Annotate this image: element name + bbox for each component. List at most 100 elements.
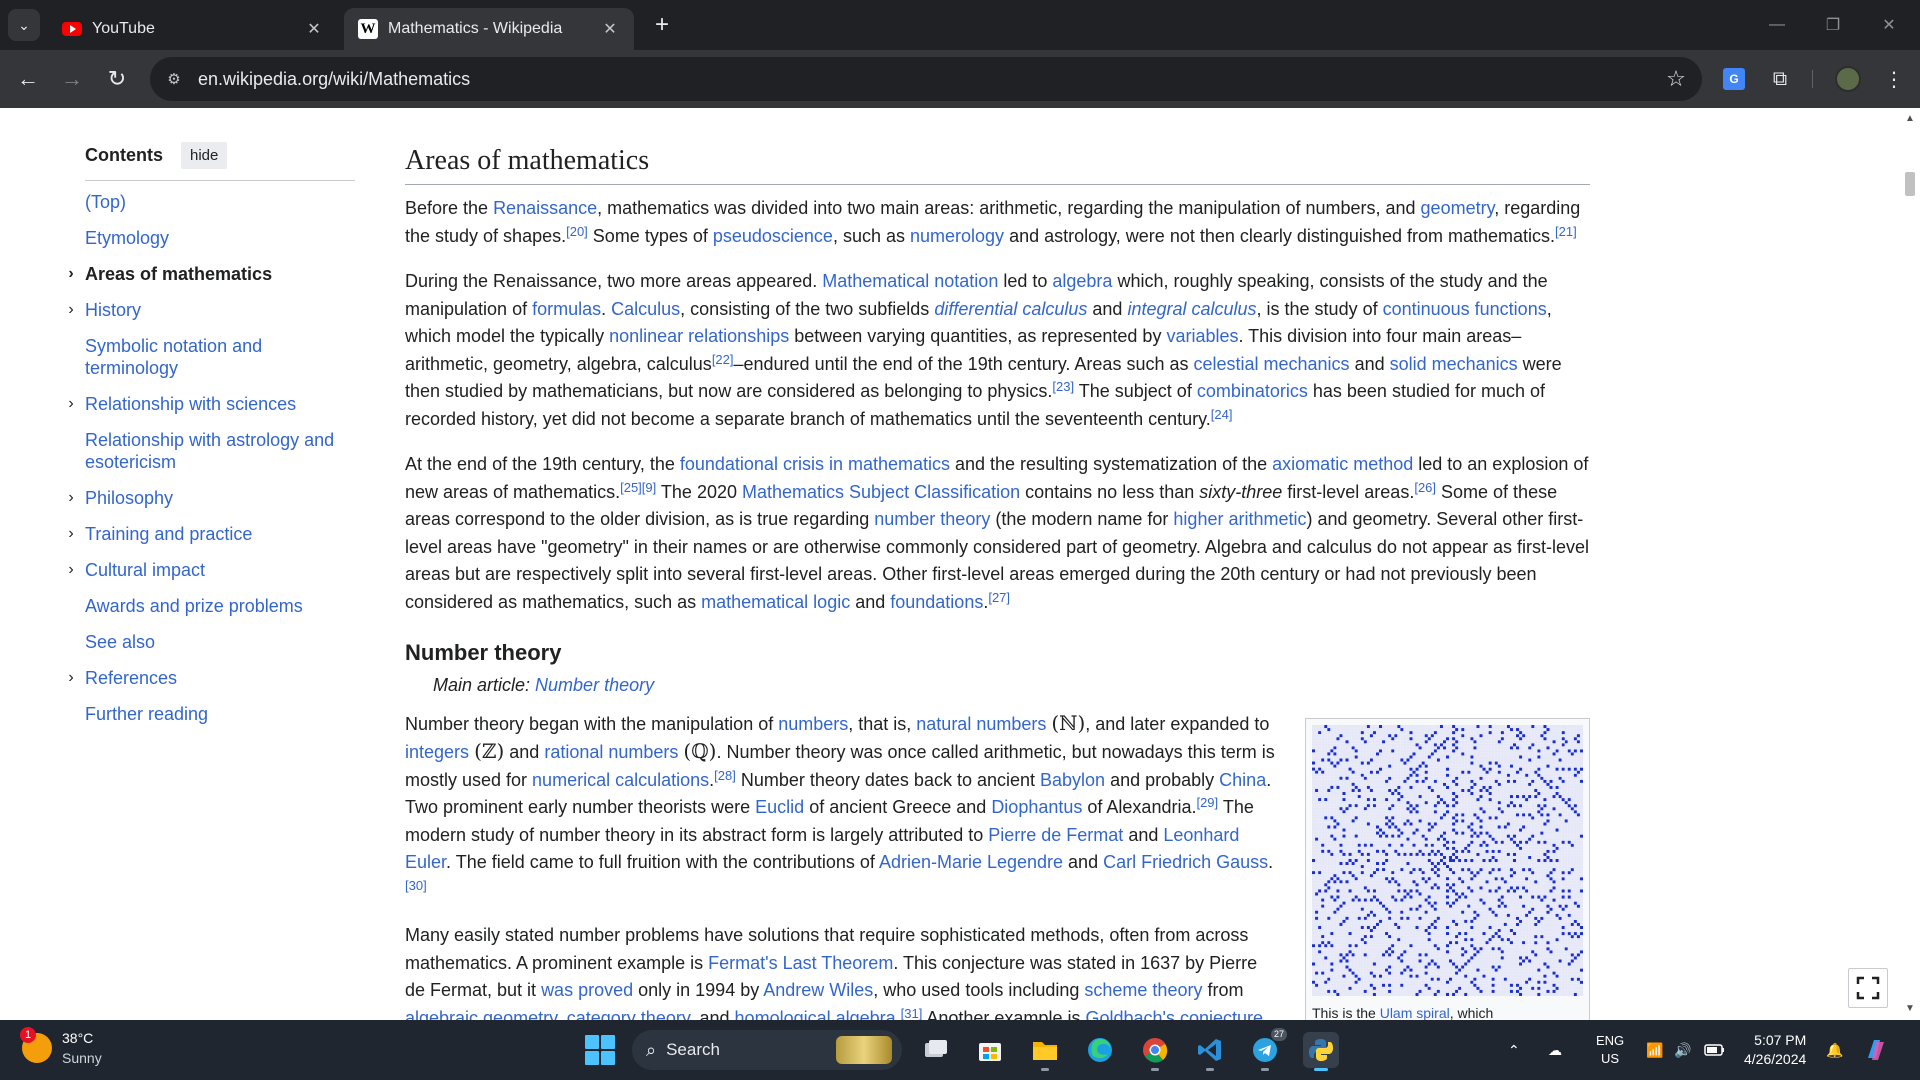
inline-link[interactable]: Calculus bbox=[611, 299, 680, 319]
toc-item[interactable]: Etymology bbox=[85, 227, 355, 249]
inline-link[interactable]: combinatorics bbox=[1197, 381, 1308, 401]
inline-link[interactable]: Pierre de Fermat bbox=[988, 825, 1123, 845]
citation-link[interactable]: [21] bbox=[1555, 224, 1577, 239]
toc-item[interactable]: › References bbox=[68, 667, 355, 689]
weather-widget[interactable]: 1 38°C Sunny bbox=[20, 1027, 102, 1068]
bookmark-star-icon[interactable]: ☆ bbox=[1658, 61, 1694, 97]
inline-link[interactable]: Carl Friedrich Gauss bbox=[1103, 852, 1268, 872]
inline-link[interactable]: homological algebra bbox=[735, 1008, 896, 1021]
chevron-right-icon[interactable]: › bbox=[63, 263, 79, 285]
inline-link[interactable]: pseudoscience bbox=[713, 226, 833, 246]
more-menu-icon[interactable]: ⋮ bbox=[1878, 63, 1910, 95]
inline-link[interactable]: Andrew Wiles bbox=[763, 980, 873, 1000]
extensions-icon[interactable]: ⧉ bbox=[1764, 63, 1796, 95]
toc-item[interactable]: (Top) bbox=[85, 191, 355, 213]
language-indicator[interactable]: ENG US bbox=[1596, 1020, 1624, 1080]
inline-link[interactable]: Babylon bbox=[1040, 770, 1105, 790]
toc-item[interactable]: See also bbox=[85, 631, 355, 653]
inline-link[interactable]: integral calculus bbox=[1127, 299, 1256, 319]
citation-link[interactable]: [22] bbox=[712, 352, 734, 367]
onedrive-icon[interactable]: ☁ bbox=[1548, 1020, 1562, 1080]
inline-link[interactable]: numerology bbox=[910, 226, 1004, 246]
citation-link[interactable]: [30] bbox=[405, 878, 427, 893]
edge-icon[interactable] bbox=[1082, 1032, 1118, 1068]
inline-link[interactable]: scheme theory bbox=[1084, 980, 1202, 1000]
inline-link[interactable]: formulas bbox=[532, 299, 601, 319]
citation-link[interactable]: [25][9] bbox=[620, 480, 656, 495]
inline-link[interactable]: mathematical logic bbox=[701, 592, 850, 612]
inline-link[interactable]: axiomatic method bbox=[1272, 454, 1413, 474]
inline-link[interactable]: Diophantus bbox=[991, 797, 1082, 817]
inline-link[interactable]: integers bbox=[405, 742, 469, 762]
inline-link[interactable]: Goldbach's conjecture bbox=[1085, 1008, 1263, 1021]
inline-link[interactable]: variables bbox=[1166, 326, 1238, 346]
inline-link[interactable]: foundational crisis in mathematics bbox=[680, 454, 950, 474]
inline-link[interactable]: celestial mechanics bbox=[1193, 354, 1349, 374]
copilot-icon[interactable] bbox=[1862, 1020, 1890, 1080]
inline-link[interactable]: Renaissance bbox=[493, 198, 597, 218]
toc-item[interactable]: Further reading bbox=[85, 703, 355, 725]
toc-item[interactable]: › Philosophy bbox=[68, 487, 355, 509]
toc-hide-button[interactable]: hide bbox=[181, 141, 228, 169]
back-button[interactable]: ← bbox=[12, 63, 44, 95]
inline-link[interactable]: algebraic geometry bbox=[405, 1008, 557, 1021]
forward-button[interactable]: → bbox=[56, 63, 88, 95]
new-tab-button[interactable]: + bbox=[648, 11, 676, 39]
citation-link[interactable]: [28] bbox=[714, 768, 736, 783]
fullscreen-icon[interactable] bbox=[1848, 968, 1888, 1008]
task-view-icon[interactable] bbox=[918, 1032, 954, 1068]
inline-link[interactable]: natural numbers bbox=[916, 714, 1046, 734]
inline-link[interactable]: nonlinear relationships bbox=[609, 326, 789, 346]
show-hidden-icons[interactable]: ⌃ bbox=[1508, 1020, 1520, 1080]
vscode-icon[interactable] bbox=[1192, 1032, 1228, 1071]
chevron-right-icon[interactable]: › bbox=[63, 523, 79, 545]
python-icon[interactable] bbox=[1303, 1032, 1339, 1071]
volume-icon[interactable]: 🔊 bbox=[1674, 1020, 1691, 1080]
inline-link[interactable]: Euclid bbox=[755, 797, 804, 817]
tab-youtube[interactable]: YouTube ✕ bbox=[48, 8, 338, 50]
page-scrollbar[interactable]: ▲ ▼ bbox=[1900, 108, 1920, 1020]
inline-link[interactable]: numbers bbox=[778, 714, 848, 734]
citation-link[interactable]: [26] bbox=[1414, 480, 1436, 495]
toc-item[interactable]: › Relationship with sciences bbox=[68, 393, 355, 415]
scroll-up-arrow-icon[interactable]: ▲ bbox=[1904, 112, 1916, 124]
inline-link[interactable]: was proved bbox=[541, 980, 633, 1000]
toc-item[interactable]: › Cultural impact bbox=[68, 559, 355, 581]
windows-start-icon[interactable] bbox=[585, 1035, 615, 1065]
inline-link[interactable]: solid mechanics bbox=[1390, 354, 1518, 374]
notification-bell-icon[interactable]: 🔔 bbox=[1826, 1020, 1843, 1080]
inline-link[interactable]: higher arithmetic bbox=[1173, 509, 1306, 529]
site-info-icon[interactable]: ⚙ bbox=[156, 61, 192, 97]
toc-item[interactable]: › Training and practice bbox=[68, 523, 355, 545]
inline-link[interactable]: foundations bbox=[890, 592, 983, 612]
toc-item[interactable]: › Areas of mathematics bbox=[68, 263, 355, 285]
tab-wikipedia[interactable]: W Mathematics - Wikipedia ✕ bbox=[344, 8, 634, 50]
inline-link[interactable]: algebra bbox=[1052, 271, 1112, 291]
inline-link[interactable]: China bbox=[1219, 770, 1266, 790]
close-icon[interactable]: ✕ bbox=[304, 19, 324, 39]
inline-link[interactable]: geometry bbox=[1421, 198, 1495, 218]
citation-link[interactable]: [31] bbox=[901, 1006, 923, 1021]
url-text[interactable]: en.wikipedia.org/wiki/Mathematics bbox=[198, 69, 1658, 90]
address-bar[interactable]: ⚙ en.wikipedia.org/wiki/Mathematics ☆ bbox=[150, 57, 1702, 101]
clock[interactable]: 5:07 PM 4/26/2024 bbox=[1744, 1020, 1806, 1080]
chevron-right-icon[interactable]: › bbox=[63, 393, 79, 415]
inline-link[interactable]: Mathematics Subject Classification bbox=[742, 482, 1020, 502]
inline-link[interactable]: number theory bbox=[874, 509, 990, 529]
citation-link[interactable]: [24] bbox=[1211, 407, 1233, 422]
scrollbar-thumb[interactable] bbox=[1905, 172, 1915, 196]
toc-item[interactable]: › History bbox=[68, 299, 355, 321]
toc-item[interactable]: Awards and prize problems bbox=[85, 595, 355, 617]
chevron-right-icon[interactable]: › bbox=[63, 299, 79, 321]
close-icon[interactable]: ✕ bbox=[600, 19, 620, 39]
ulam-spiral-image[interactable] bbox=[1312, 724, 1583, 996]
restore-icon[interactable]: ❐ bbox=[1818, 10, 1848, 40]
inline-link[interactable]: Mathematical notation bbox=[822, 271, 998, 291]
battery-icon[interactable] bbox=[1704, 1020, 1726, 1080]
telegram-icon[interactable]: 27 bbox=[1247, 1028, 1287, 1071]
citation-link[interactable]: [27] bbox=[988, 590, 1010, 605]
chevron-right-icon[interactable]: › bbox=[63, 487, 79, 509]
inline-link[interactable]: rational numbers bbox=[544, 742, 678, 762]
citation-link[interactable]: [29] bbox=[1196, 795, 1218, 810]
inline-link[interactable]: Adrien-Marie Legendre bbox=[879, 852, 1063, 872]
